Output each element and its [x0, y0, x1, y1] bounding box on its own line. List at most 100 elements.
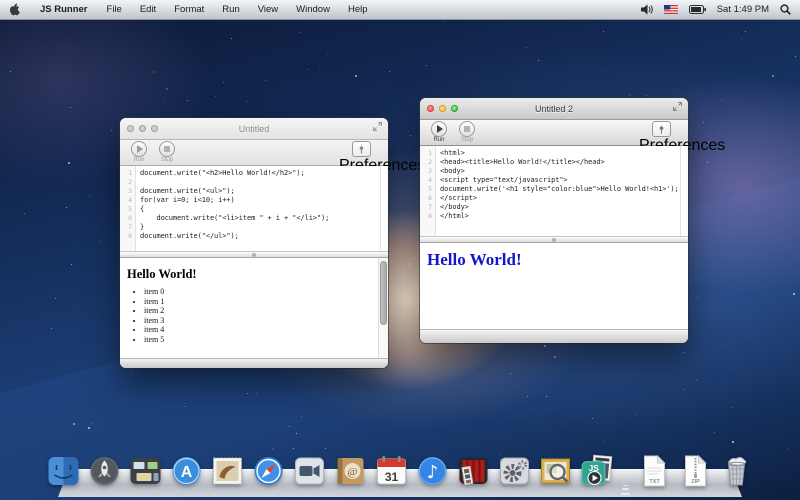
minimize-button[interactable]: [139, 125, 146, 132]
dock-item-itunes[interactable]: ♪: [416, 454, 450, 488]
bottom-bar: [120, 358, 388, 368]
window-untitled: Untitled Run Stop Preferences 1document.…: [120, 118, 388, 368]
dock-item-mission-control[interactable]: [129, 454, 163, 488]
menu-view[interactable]: View: [249, 0, 287, 19]
output-pane: Hello World!: [420, 243, 688, 329]
finder-icon: [47, 454, 81, 488]
stop-button[interactable]: Stop: [154, 141, 180, 163]
menu-format[interactable]: Format: [165, 0, 213, 19]
system-preferences-icon: [498, 454, 532, 488]
dock-item-txt-file[interactable]: TXT: [638, 454, 672, 488]
dock-item-photo-booth[interactable]: [457, 454, 491, 488]
app-menu-title[interactable]: JS Runner: [30, 4, 98, 15]
zoom-button[interactable]: [451, 105, 458, 112]
menu-help[interactable]: Help: [339, 0, 377, 19]
scrollbar[interactable]: [378, 258, 388, 358]
list-item: item 1: [144, 297, 388, 307]
output-pane: Hello World! item 0 item 1 item 2 item 3…: [120, 258, 388, 358]
dock-item-launchpad[interactable]: [88, 454, 122, 488]
photo-booth-icon: [457, 454, 491, 488]
minimize-button[interactable]: [439, 105, 446, 112]
svg-text:@: @: [347, 466, 357, 478]
address-book-icon: @: [334, 454, 368, 488]
code-editor[interactable]: 1document.write("<h2>Hello World!</h2>")…: [120, 166, 388, 251]
svg-text:31: 31: [385, 470, 399, 484]
title-bar[interactable]: Untitled 2: [420, 98, 688, 120]
dock-item-finder[interactable]: [47, 454, 81, 488]
list-item: item 4: [144, 325, 388, 335]
run-button[interactable]: Run: [126, 141, 152, 163]
code-line: </body>: [435, 203, 469, 212]
svg-text:ZIP: ZIP: [691, 479, 700, 485]
facetime-icon: [293, 454, 327, 488]
dock-item-trash[interactable]: [720, 454, 754, 488]
code-line: <html>: [435, 149, 465, 158]
code-line: <head><title>Hello World!</title></head>: [435, 158, 605, 167]
fullscreen-icon[interactable]: [373, 122, 382, 131]
apple-logo-icon: [9, 3, 20, 16]
itunes-icon: ♪: [416, 454, 450, 488]
dock-separator: [621, 458, 631, 488]
code-line: [135, 178, 140, 187]
code-line: <script type="text/javascript">: [435, 176, 568, 185]
menu-run[interactable]: Run: [213, 0, 248, 19]
stop-icon: [459, 121, 475, 137]
volume-icon[interactable]: [641, 4, 653, 15]
spotlight-icon[interactable]: [780, 4, 791, 15]
traffic-lights: [127, 118, 158, 139]
stop-icon: [159, 141, 175, 157]
zip-file-icon: ZIP: [679, 454, 713, 488]
dock: A @ 31 ♪ JS TXT ZIP: [47, 454, 754, 488]
menu-window[interactable]: Window: [287, 0, 339, 19]
window-title: Untitled: [239, 124, 270, 134]
dock-item-mail[interactable]: [211, 454, 245, 488]
output-heading: Hello World!: [427, 250, 688, 270]
scrollbar-thumb[interactable]: [380, 261, 387, 325]
splitter-handle[interactable]: [420, 236, 688, 243]
code-line: document.write('<h1 style="color:blue">H…: [435, 185, 679, 194]
calendar-icon: 31: [375, 454, 409, 488]
run-button[interactable]: Run: [426, 121, 452, 143]
mission-control-icon: [129, 454, 163, 488]
traffic-lights: [427, 98, 458, 119]
code-line: for(var i=0; i<10; i++): [135, 196, 235, 205]
close-button[interactable]: [427, 105, 434, 112]
splitter-handle[interactable]: [120, 251, 388, 258]
window-title: Untitled 2: [535, 104, 573, 114]
svg-text:A: A: [181, 464, 193, 481]
code-line: </script>: [435, 194, 477, 203]
zoom-button[interactable]: [151, 125, 158, 132]
trash-icon: [720, 454, 754, 488]
code-line: document.write("<h2>Hello World!</h2>");: [135, 169, 305, 178]
code-line: </html>: [435, 212, 469, 221]
preview-icon: [539, 454, 573, 488]
code-line: }: [135, 223, 144, 232]
title-bar[interactable]: Untitled: [120, 118, 388, 140]
battery-icon[interactable]: [689, 5, 706, 14]
close-button[interactable]: [127, 125, 134, 132]
menu-bar-left: JS Runner File Edit Format Run View Wind…: [0, 0, 377, 19]
window-untitled-2: Untitled 2 Run Stop Preferences 1<html> …: [420, 98, 688, 343]
svg-text:♪: ♪: [427, 462, 439, 483]
code-editor[interactable]: 1<html> 2<head><title>Hello World!</titl…: [420, 146, 688, 236]
desktop: JS Runner File Edit Format Run View Wind…: [0, 0, 800, 500]
fullscreen-icon[interactable]: [673, 102, 682, 111]
dock-item-preview[interactable]: [539, 454, 573, 488]
input-flag-icon[interactable]: [664, 5, 678, 14]
txt-file-icon: TXT: [638, 454, 672, 488]
toolbar: Run Stop Preferences: [420, 120, 688, 146]
dock-item-safari[interactable]: [252, 454, 286, 488]
list-item: item 3: [144, 316, 388, 326]
clock[interactable]: Sat 1:49 PM: [717, 4, 769, 15]
dock-item-system-preferences[interactable]: [498, 454, 532, 488]
stop-button[interactable]: Stop: [454, 121, 480, 143]
menu-edit[interactable]: Edit: [131, 0, 165, 19]
dock-item-ical[interactable]: 31: [375, 454, 409, 488]
dock-item-js-runner[interactable]: JS: [580, 454, 614, 488]
dock-item-facetime[interactable]: [293, 454, 327, 488]
dock-item-app-store[interactable]: A: [170, 454, 204, 488]
apple-menu[interactable]: [0, 0, 30, 19]
dock-item-address-book[interactable]: @: [334, 454, 368, 488]
menu-file[interactable]: File: [98, 0, 131, 19]
dock-item-zip-file[interactable]: ZIP: [679, 454, 713, 488]
